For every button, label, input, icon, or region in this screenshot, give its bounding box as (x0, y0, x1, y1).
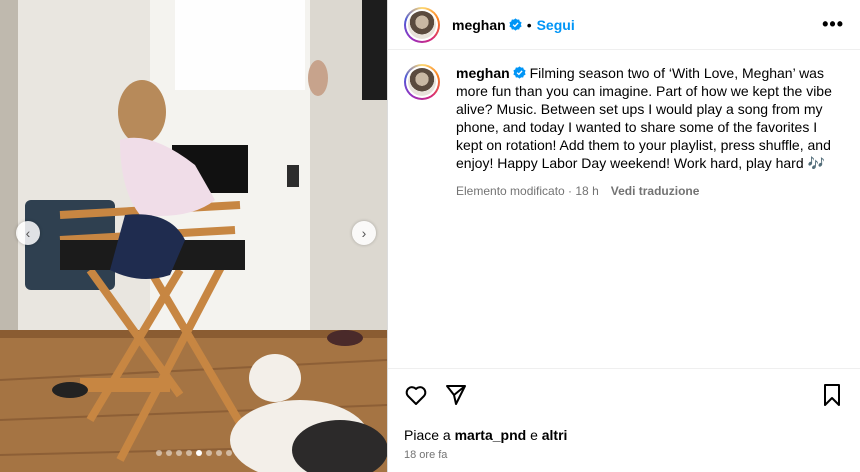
verified-badge-icon (509, 18, 522, 31)
carousel-dot (155, 450, 162, 456)
separator-dot: • (526, 16, 532, 33)
carousel-dot (195, 450, 202, 456)
likes-prefix: Piace a (404, 427, 455, 443)
post-media[interactable]: ‹ › (0, 0, 387, 472)
like-heart-icon[interactable] (404, 383, 428, 407)
chevron-left-icon: ‹ (25, 225, 31, 241)
likes-others-link[interactable]: e altri (530, 427, 567, 443)
caption-avatar[interactable] (404, 64, 440, 100)
carousel-prev-button[interactable]: ‹ (16, 221, 40, 245)
post-timestamp: 18 ore fa (404, 449, 448, 461)
likes-user-link[interactable]: marta_pnd (455, 427, 530, 443)
carousel-dot (215, 450, 222, 456)
carousel-indicator (0, 450, 387, 456)
author-username[interactable]: meghan (452, 17, 506, 33)
save-bookmark-icon[interactable] (820, 383, 844, 407)
likes-summary: Piace a marta_pnd e altri (404, 427, 844, 443)
caption-meta: Elemento modificato · 18 h Vedi traduzio… (456, 182, 844, 200)
caption-block: meghan Filming season two of ‘With Love,… (388, 50, 860, 200)
more-options-icon[interactable]: ••• (822, 14, 844, 35)
post-header: meghan • Segui ••• (388, 0, 860, 50)
carousel-dot (175, 450, 182, 456)
caption-text: Filming season two of ‘With Love, Meghan… (456, 65, 832, 171)
follow-button[interactable]: Segui (537, 17, 575, 33)
carousel-dot (205, 450, 212, 456)
carousel-dot (225, 450, 232, 456)
see-translation-link[interactable]: Vedi traduzione (611, 182, 700, 200)
caption-text-container: meghan Filming season two of ‘With Love,… (456, 64, 844, 172)
carousel-next-button[interactable]: › (352, 221, 376, 245)
post-actions: Piace a marta_pnd e altri 18 ore fa (388, 368, 860, 461)
carousel-dot (185, 450, 192, 456)
verified-badge-icon (513, 66, 526, 79)
caption-username[interactable]: meghan (456, 65, 510, 81)
share-send-icon[interactable] (444, 383, 468, 407)
avatar[interactable] (404, 6, 440, 43)
post-photo (0, 0, 387, 472)
carousel-dot (165, 450, 172, 456)
post-details-panel: meghan • Segui ••• meghan Filming season… (387, 0, 860, 472)
edited-timestamp: Elemento modificato · 18 h (456, 184, 599, 198)
chevron-right-icon: › (361, 225, 367, 241)
